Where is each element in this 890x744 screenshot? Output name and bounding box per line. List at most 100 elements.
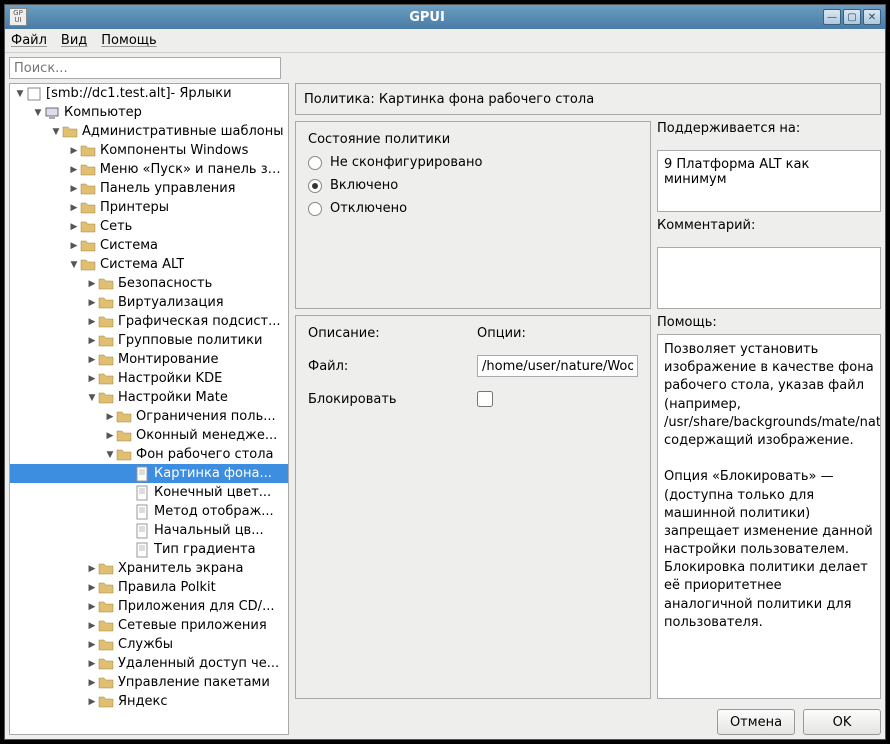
tree-item[interactable]: ▶ Принтеры: [10, 198, 288, 217]
state-title: Состояние политики: [308, 132, 638, 147]
comment-box[interactable]: [657, 247, 881, 309]
search-input[interactable]: [9, 57, 281, 79]
tree-item[interactable]: ▶Монтирование: [10, 350, 288, 369]
tree-item[interactable]: ▶Безопасность: [10, 274, 288, 293]
tree-item[interactable]: ▶Хранитель экрана: [10, 559, 288, 578]
chevron-right-icon[interactable]: ▶: [86, 317, 98, 327]
tree-item[interactable]: ▶Тип градиента: [10, 540, 288, 559]
menu-help[interactable]: Помощь: [101, 33, 156, 48]
chevron-down-icon[interactable]: ▼: [50, 127, 62, 137]
tree-item[interactable]: ▶Конечный цвет...: [10, 483, 288, 502]
chevron-down-icon[interactable]: ▼: [86, 393, 98, 403]
folder-icon: [80, 143, 96, 159]
tree-item[interactable]: ▶Оконный менедже...: [10, 426, 288, 445]
titlebar[interactable]: GPUI GPUI — ▢ ✕: [5, 5, 885, 29]
folder-icon: [80, 257, 96, 273]
chevron-right-icon[interactable]: ▶: [86, 697, 98, 707]
policy-header-panel: Политика: Картинка фона рабочего стола: [295, 83, 881, 115]
tree-item-label: Яндекс: [118, 694, 168, 709]
tree-item[interactable]: ▶Компоненты Windows: [10, 141, 288, 160]
menu-view[interactable]: Вид: [61, 33, 87, 48]
chevron-right-icon[interactable]: ▶: [86, 602, 98, 612]
tree-item[interactable]: ▶Удаленный доступ че...: [10, 654, 288, 673]
chevron-right-icon[interactable]: ▶: [86, 640, 98, 650]
chevron-right-icon[interactable]: ▶: [86, 374, 98, 384]
folder-icon: [98, 333, 114, 349]
chevron-right-icon[interactable]: ▶: [86, 621, 98, 631]
file-input[interactable]: [477, 355, 638, 377]
tree-item[interactable]: ▼Фон рабочего стола: [10, 445, 288, 464]
root-icon: [26, 86, 42, 102]
tree-item[interactable]: ▶Сеть: [10, 217, 288, 236]
tree-item[interactable]: ▼Система ALT: [10, 255, 288, 274]
tree-item[interactable]: ▶Управление пакетами: [10, 673, 288, 692]
tree-item-label: Ограничения поль...: [136, 409, 276, 424]
menu-file[interactable]: Файл: [11, 33, 47, 48]
maximize-button[interactable]: ▢: [843, 9, 861, 25]
chevron-right-icon[interactable]: ▶: [68, 184, 80, 194]
tree-item-label: Метод отображ...: [154, 504, 274, 519]
chevron-right-icon[interactable]: ▶: [86, 678, 98, 688]
tree-item[interactable]: ▶Виртуализация: [10, 293, 288, 312]
help-col: Помощь: Позволяет установить изображение…: [657, 315, 881, 699]
chevron-down-icon[interactable]: ▼: [68, 260, 80, 270]
chevron-right-icon[interactable]: ▶: [86, 583, 98, 593]
chevron-down-icon[interactable]: ▼: [14, 89, 26, 99]
folder-icon: [80, 162, 96, 178]
chevron-right-icon[interactable]: ▶: [104, 412, 116, 422]
radio-dot-icon: [308, 156, 322, 170]
chevron-right-icon[interactable]: ▶: [86, 355, 98, 365]
tree-item[interactable]: ▶Панель управления: [10, 179, 288, 198]
chevron-down-icon[interactable]: ▼: [104, 450, 116, 460]
tree-item[interactable]: ▶ Ограничения поль...: [10, 407, 288, 426]
tree-item[interactable]: ▶Картинка фона...: [10, 464, 288, 483]
chevron-right-icon[interactable]: ▶: [86, 279, 98, 289]
folder-icon: [98, 580, 114, 596]
tree-item[interactable]: ▶Меню «Пуск» и панель за...: [10, 160, 288, 179]
chevron-down-icon[interactable]: ▼: [32, 108, 44, 118]
close-button[interactable]: ✕: [863, 9, 881, 25]
chevron-right-icon[interactable]: ▶: [86, 564, 98, 574]
tree-item-label: Принтеры: [100, 200, 169, 215]
radio-dot-icon: [308, 179, 322, 193]
cancel-button[interactable]: Отмена: [717, 709, 795, 735]
minimize-button[interactable]: —: [823, 9, 841, 25]
chevron-right-icon[interactable]: ▶: [86, 336, 98, 346]
tree-item-label: Конечный цвет...: [154, 485, 271, 500]
tree-item[interactable]: ▼[smb://dc1.test.alt]- Ярлыки: [10, 84, 288, 103]
folder-icon: [98, 295, 114, 311]
radio-not-configured[interactable]: Не сконфигурировано: [308, 155, 638, 170]
radio-disabled[interactable]: Отключено: [308, 201, 638, 216]
radio-enabled[interactable]: Включено: [308, 178, 638, 193]
radio-disabled-label: Отключено: [330, 201, 407, 216]
tree-item[interactable]: ▶Службы: [10, 635, 288, 654]
tree-item[interactable]: ▶Сетевые приложения: [10, 616, 288, 635]
chevron-right-icon[interactable]: ▶: [68, 165, 80, 175]
tree-item[interactable]: ▶Начальный цв...: [10, 521, 288, 540]
chevron-right-icon[interactable]: ▶: [68, 222, 80, 232]
tree-item[interactable]: ▶Правила Polkit: [10, 578, 288, 597]
chevron-right-icon[interactable]: ▶: [86, 298, 98, 308]
chevron-right-icon[interactable]: ▶: [104, 431, 116, 441]
tree-item[interactable]: ▶Приложения для CD/...: [10, 597, 288, 616]
tree-item[interactable]: ▶Графическая подсист...: [10, 312, 288, 331]
chevron-right-icon[interactable]: ▶: [68, 203, 80, 213]
ok-button[interactable]: OK: [803, 709, 881, 735]
folder-icon: [98, 599, 114, 615]
tree-item[interactable]: ▶Групповые политики: [10, 331, 288, 350]
tree-item[interactable]: ▼Административные шаблоны: [10, 122, 288, 141]
tree-item[interactable]: ▶Настройки KDE: [10, 369, 288, 388]
tree-item[interactable]: ▶Система: [10, 236, 288, 255]
doc-icon: [134, 542, 150, 558]
chevron-right-icon[interactable]: ▶: [68, 241, 80, 251]
tree-item[interactable]: ▼Настройки Mate: [10, 388, 288, 407]
folder-icon: [116, 409, 132, 425]
tree-item[interactable]: ▶ Яндекс: [10, 692, 288, 711]
right-pane: Политика: Картинка фона рабочего стола С…: [295, 83, 881, 735]
lock-checkbox[interactable]: [477, 391, 493, 407]
tree-item[interactable]: ▼Компьютер: [10, 103, 288, 122]
chevron-right-icon[interactable]: ▶: [86, 659, 98, 669]
policy-tree[interactable]: ▼[smb://dc1.test.alt]- Ярлыки▼Компьютер▼…: [9, 83, 289, 735]
chevron-right-icon[interactable]: ▶: [68, 146, 80, 156]
tree-item[interactable]: ▶Метод отображ...: [10, 502, 288, 521]
